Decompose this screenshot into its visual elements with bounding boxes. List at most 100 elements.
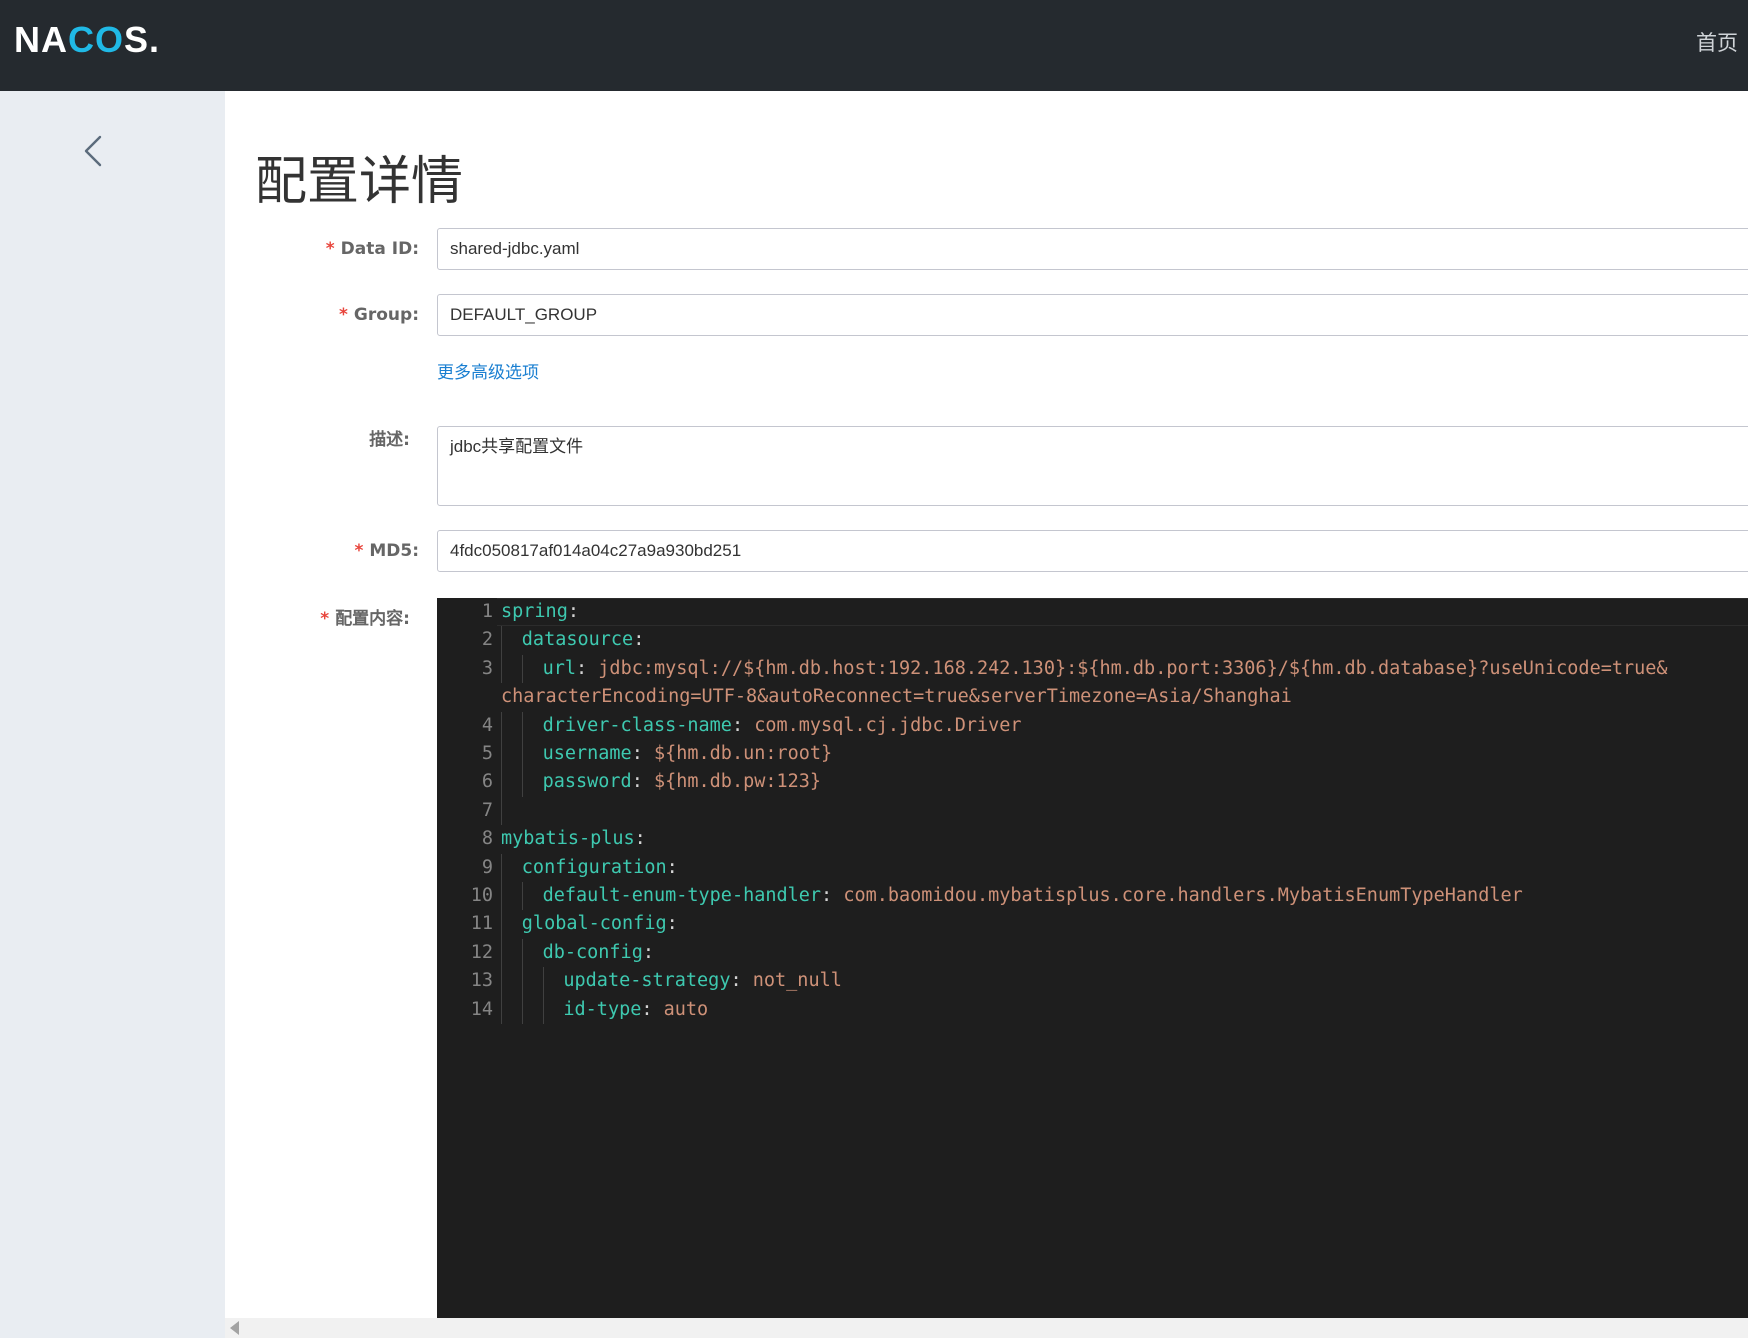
yaml-separator: : xyxy=(666,913,678,935)
content-label: * 配置内容: xyxy=(320,607,410,631)
md5-field[interactable]: 4fdc050817af014a04c27a9a930bd251 xyxy=(437,530,1748,572)
editor-line[interactable]: 5 username: ${hm.db.un:root} xyxy=(437,740,1748,768)
yaml-separator: : xyxy=(730,970,753,992)
md5-label: * MD5: xyxy=(354,539,419,563)
data-id-label: * Data ID: xyxy=(326,237,419,261)
indent-guide xyxy=(501,711,502,740)
yaml-separator: : xyxy=(576,657,599,679)
yaml-key: db-config xyxy=(542,941,643,963)
yaml-separator: : xyxy=(567,601,579,622)
indent-guide xyxy=(521,938,523,968)
indent-guide xyxy=(501,882,502,911)
code-text: datasource: xyxy=(522,626,645,654)
editor-line[interactable]: 8 mybatis-plus: xyxy=(437,825,1748,853)
required-mark: * xyxy=(354,541,364,561)
editor-line[interactable]: 6 password: ${hm.db.pw:123} xyxy=(437,768,1748,796)
line-number: 13 xyxy=(470,970,493,992)
line-number: 9 xyxy=(481,856,493,878)
editor-line[interactable]: 7 xyxy=(437,797,1748,825)
editor-line[interactable]: 1 spring: xyxy=(437,598,1748,626)
yaml-key: datasource xyxy=(521,629,634,651)
back-button[interactable] xyxy=(76,131,110,171)
logo-text-main: NA xyxy=(14,19,68,60)
advanced-options-link[interactable]: 更多高级选项 xyxy=(437,361,539,385)
data-id-label-text: Data ID: xyxy=(340,239,419,259)
side-panel xyxy=(0,91,225,1338)
yaml-key: password xyxy=(542,771,632,793)
yaml-separator: : xyxy=(642,941,654,963)
editor-line[interactable]: 11 global-config: xyxy=(437,910,1748,938)
content-label-text: 配置内容: xyxy=(335,609,410,629)
editor-line[interactable]: 9 configuration: xyxy=(437,854,1748,882)
yaml-separator: : xyxy=(631,743,654,764)
editor-line[interactable]: 2 datasource: xyxy=(437,626,1748,654)
indent-guide xyxy=(501,853,502,882)
scroll-left-icon[interactable] xyxy=(230,1321,239,1335)
data-id-field[interactable]: shared-jdbc.yaml xyxy=(437,228,1748,270)
yaml-value: not_null xyxy=(752,970,842,992)
group-label-text: Group: xyxy=(353,305,419,325)
editor-line[interactable]: 3 url: jdbc:mysql://${hm.db.host:192.168.… xyxy=(437,655,1748,683)
code-text: mybatis-plus: xyxy=(501,825,646,853)
home-link[interactable]: 首页 xyxy=(1696,28,1738,58)
required-mark: * xyxy=(339,305,348,325)
code-text: username: ${hm.db.un:root} xyxy=(543,740,833,768)
code-text: default-enum-type-handler: com.baomidou.… xyxy=(543,882,1523,910)
indent-guide xyxy=(501,626,502,655)
top-nav-bar: NACOS. 首页 xyxy=(0,0,1748,91)
indent-guide xyxy=(501,995,502,1024)
line-number: 7 xyxy=(481,799,493,821)
indent-guide xyxy=(521,768,523,797)
indent-guide xyxy=(521,711,523,740)
yaml-key: default-enum-type-handler xyxy=(542,885,822,906)
indent-guide xyxy=(501,796,502,826)
editor-line[interactable]: 4 driver-class-name: com.mysql.cj.jdbc.Dr… xyxy=(437,712,1748,740)
indent-guide xyxy=(501,938,502,968)
editor-line[interactable]: 14 id-type: auto xyxy=(437,996,1748,1024)
indent-guide xyxy=(542,967,544,996)
editor-line[interactable]: characterEncoding=UTF-8&autoReconnect=tr… xyxy=(437,683,1748,711)
yaml-separator: : xyxy=(821,885,844,906)
line-number: 11 xyxy=(470,913,493,935)
yaml-separator: : xyxy=(731,714,755,736)
line-number: 1 xyxy=(481,601,493,622)
logo-text-tail: S. xyxy=(124,19,161,60)
editor-line[interactable]: 12 db-config: xyxy=(437,939,1748,967)
line-number: 5 xyxy=(481,743,493,764)
line-number: 12 xyxy=(470,941,493,963)
nacos-logo[interactable]: NACOS. xyxy=(14,18,160,62)
yaml-key: username xyxy=(542,743,632,764)
yaml-key: driver-class-name xyxy=(542,714,732,736)
code-text: db-config: xyxy=(543,939,654,967)
yaml-value: jdbc:mysql://${hm.db.host:192.168.242.13… xyxy=(598,657,1668,679)
indent-guide xyxy=(501,654,502,684)
yaml-value: com.mysql.cj.jdbc.Driver xyxy=(754,714,1022,736)
yaml-value: com.baomidou.mybatisplus.core.handlers.M… xyxy=(843,885,1523,906)
editor-line[interactable]: 13 update-strategy: not_null xyxy=(437,967,1748,995)
code-text: global-config: xyxy=(522,910,678,938)
indent-guide xyxy=(542,995,544,1024)
chevron-left-icon xyxy=(84,135,102,167)
description-field[interactable]: jdbc共享配置文件 xyxy=(437,426,1748,506)
horizontal-scrollbar[interactable] xyxy=(225,1318,1748,1338)
code-text: url: jdbc:mysql://${hm.db.host:192.168.2… xyxy=(543,655,1668,683)
code-text: spring: xyxy=(501,598,579,626)
yaml-value: auto xyxy=(663,998,709,1020)
indent-guide xyxy=(501,768,502,797)
code-editor[interactable]: 1 spring: 2 datasource: 3 url: jdbc:mysql://$… xyxy=(437,598,1748,1318)
indent-guide xyxy=(521,995,523,1024)
yaml-separator: : xyxy=(634,828,646,850)
code-text: id-type: auto xyxy=(563,996,708,1024)
main-content: 配置详情 * Data ID: shared-jdbc.yaml * Group: … xyxy=(225,91,1748,1338)
group-label: * Group: xyxy=(339,303,419,327)
required-mark: * xyxy=(325,239,335,259)
line-number: 6 xyxy=(481,771,493,793)
group-field[interactable]: DEFAULT_GROUP xyxy=(437,294,1748,336)
code-text: password: ${hm.db.pw:123} xyxy=(543,768,821,796)
line-number: 8 xyxy=(481,828,493,850)
indent-guide xyxy=(501,910,502,939)
indent-guide xyxy=(501,740,502,769)
editor-line[interactable]: 10 default-enum-type-handler: com.baomido… xyxy=(437,882,1748,910)
yaml-value: characterEncoding=UTF-8&autoReconnect=tr… xyxy=(501,686,1292,708)
yaml-key: id-type xyxy=(563,998,642,1020)
